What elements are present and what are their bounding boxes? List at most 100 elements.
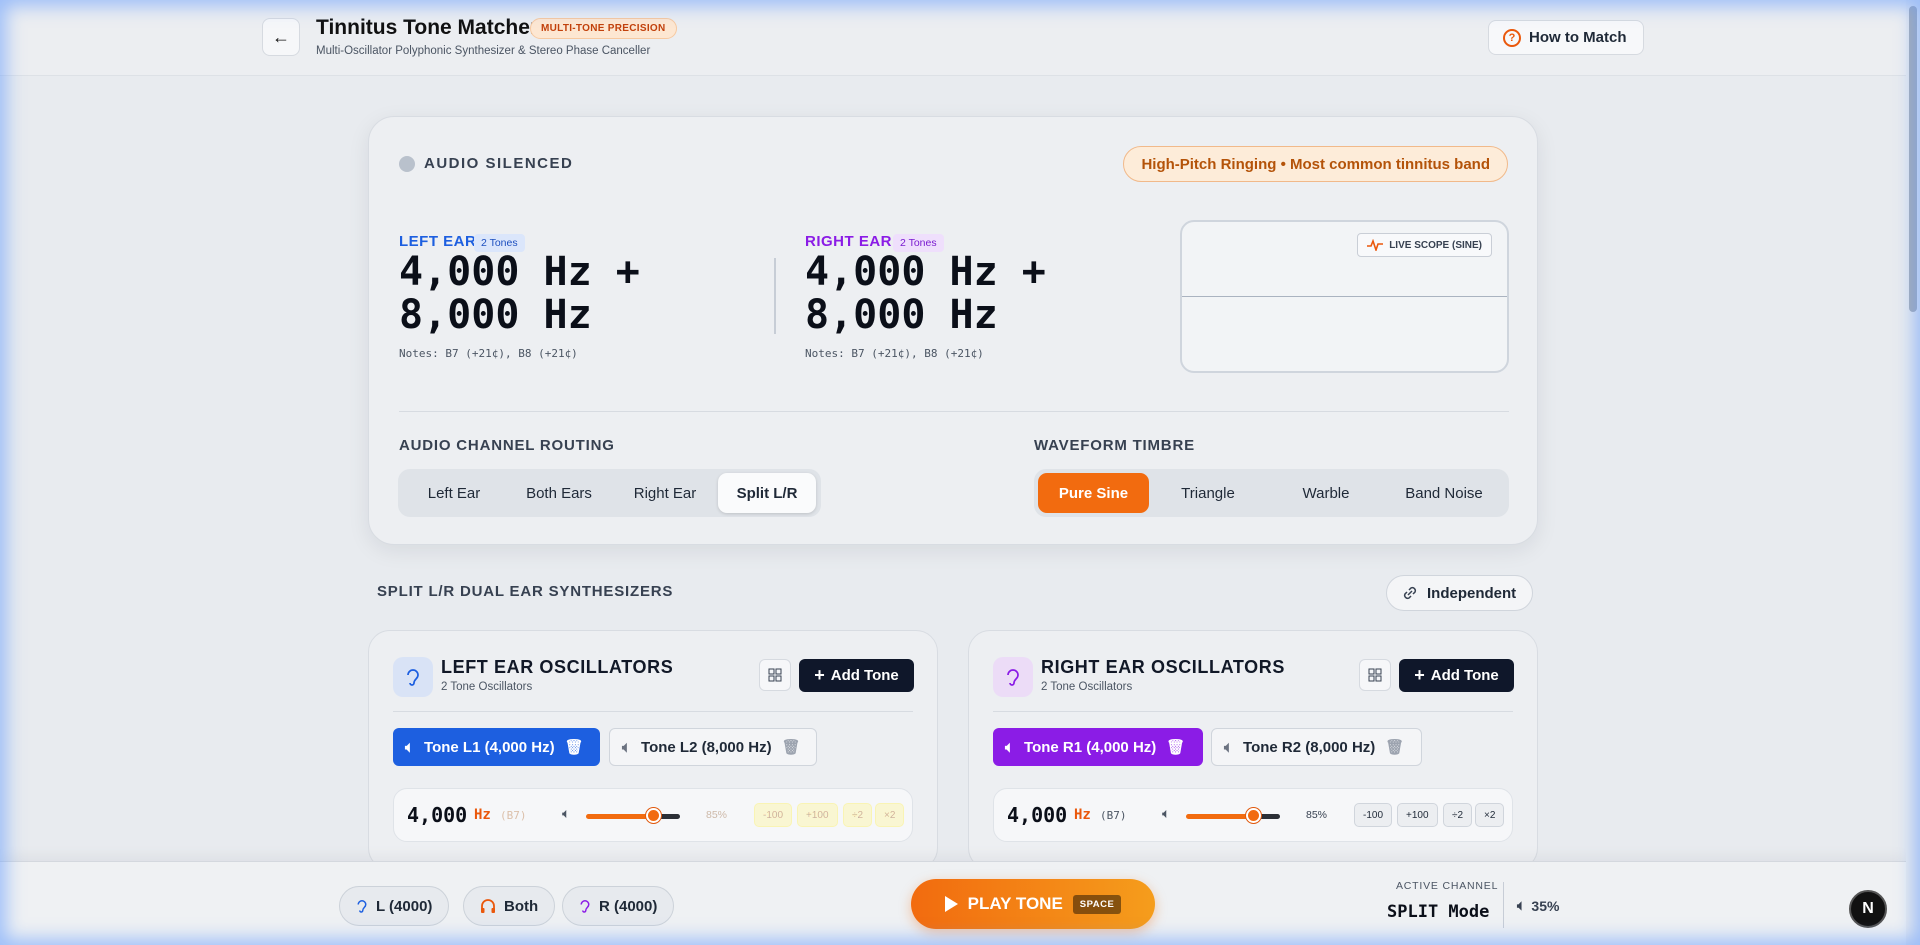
page-title: Tinnitus Tone Matcher: [316, 16, 539, 39]
avatar[interactable]: N: [1849, 890, 1887, 928]
left-tone-volume-slider[interactable]: [586, 814, 680, 819]
right-tone-unit: Hz: [1074, 807, 1091, 823]
timbre-triangle[interactable]: Triangle: [1149, 473, 1267, 513]
trash-icon[interactable]: 🗑︎: [1166, 738, 1185, 756]
how-to-match-label: How to Match: [1529, 29, 1627, 46]
tone-tab-l1[interactable]: 🔈︎ Tone L1 (4,000 Hz) 🗑︎: [393, 728, 600, 766]
right-add-tone-button[interactable]: + Add Tone: [1399, 659, 1514, 692]
left-ear-label: LEFT EAR: [399, 233, 477, 250]
left-ear-chip-label: L (4000): [376, 897, 433, 915]
play-icon: [944, 896, 958, 912]
right-ear-chip[interactable]: R (4000): [562, 886, 675, 926]
right-osc-title: RIGHT EAR OSCILLATORS: [1041, 657, 1285, 677]
left-double-button[interactable]: ×2: [875, 803, 905, 827]
play-tone-label: PLAY TONE: [967, 894, 1063, 913]
master-volume[interactable]: 🔈︎ 35%: [1517, 897, 1559, 914]
routing-right-ear[interactable]: Right Ear: [612, 473, 718, 513]
right-tone-frequency[interactable]: 4,000: [1007, 803, 1067, 827]
left-tone-unit: Hz: [474, 807, 491, 823]
left-volume-knob[interactable]: [646, 808, 662, 823]
left-halve-button[interactable]: ÷2: [843, 803, 873, 827]
right-volume-knob[interactable]: [1246, 808, 1262, 823]
right-ear-frequency: 4,000 Hz + 8,000 Hz: [805, 249, 1046, 338]
left-osc-subtitle: 2 Tone Oscillators: [441, 681, 533, 693]
right-minus-100-button[interactable]: -100: [1354, 803, 1393, 827]
right-grid-view-button[interactable]: [1359, 659, 1391, 691]
bar-divider: [1503, 882, 1504, 928]
timbre-label: WAVEFORM TIMBRE: [1034, 437, 1195, 454]
active-channel-mode: SPLIT Mode: [1387, 902, 1490, 922]
timbre-selector: Pure Sine Triangle Warble Band Noise: [1034, 469, 1509, 517]
independent-label: Independent: [1427, 584, 1517, 602]
tone-tab-r2-label: Tone R2 (8,000 Hz): [1243, 738, 1376, 756]
left-tone-frequency[interactable]: 4,000: [407, 803, 467, 827]
page-scrollbar[interactable]: [1906, 0, 1920, 945]
left-grid-view-button[interactable]: [759, 659, 791, 691]
right-osc-subtitle: 2 Tone Oscillators: [1041, 681, 1133, 693]
right-plus-100-button[interactable]: +100: [1397, 803, 1438, 827]
trash-icon[interactable]: 🗑︎: [1385, 738, 1404, 756]
left-oscillator-panel: LEFT EAR OSCILLATORS 2 Tone Oscillators …: [368, 630, 938, 870]
routing-selector: Left Ear Both Ears Right Ear Split L/R: [398, 469, 821, 517]
link-icon: [1403, 586, 1417, 600]
card-divider: [399, 411, 1509, 412]
routing-label: AUDIO CHANNEL ROUTING: [399, 437, 615, 454]
timbre-band-noise[interactable]: Band Noise: [1385, 473, 1503, 513]
right-oscillator-panel: RIGHT EAR OSCILLATORS 2 Tone Oscillators…: [968, 630, 1538, 870]
right-ear-chip-label: R (4000): [599, 897, 658, 915]
both-ears-chip[interactable]: Both: [463, 886, 556, 926]
right-ear-icon: [993, 657, 1033, 697]
independent-toggle[interactable]: Independent: [1386, 575, 1534, 611]
tone-summary-card: AUDIO SILENCED High-Pitch Ringing • Most…: [368, 116, 1538, 545]
left-add-tone-button[interactable]: + Add Tone: [799, 659, 914, 692]
speaker-icon: 🔈︎: [1005, 738, 1015, 756]
speaker-icon: 🔈︎: [1224, 738, 1234, 756]
status-indicator: [399, 156, 415, 172]
right-add-tone-label: Add Tone: [1430, 667, 1499, 684]
precision-badge: MULTI-TONE PRECISION: [530, 18, 677, 39]
trash-icon[interactable]: 🗑︎: [782, 738, 801, 756]
routing-split[interactable]: Split L/R: [718, 473, 816, 513]
volume-icon: 🔈︎: [1517, 897, 1526, 913]
grid-icon: [768, 668, 782, 682]
timbre-warble[interactable]: Warble: [1267, 473, 1385, 513]
left-ear-chip[interactable]: L (4000): [339, 886, 450, 926]
timbre-pure-sine[interactable]: Pure Sine: [1038, 473, 1149, 513]
right-tone-row: 4,000 Hz (B7) 🔈︎ 85% -100 +100 ÷2 ×2: [993, 788, 1513, 842]
tone-tab-r1-label: Tone R1 (4,000 Hz): [1024, 738, 1157, 756]
pulse-icon: [1367, 239, 1384, 251]
right-tone-volume-slider[interactable]: [1186, 814, 1280, 819]
tone-tab-r2[interactable]: 🔈︎ Tone R2 (8,000 Hz) 🗑︎: [1211, 728, 1422, 766]
routing-both-ears[interactable]: Both Ears: [506, 473, 612, 513]
page-subtitle: Multi-Oscillator Polyphonic Synthesizer …: [316, 45, 651, 57]
tone-tab-l2[interactable]: 🔈︎ Tone L2 (8,000 Hz) 🗑︎: [609, 728, 817, 766]
ear-divider: [774, 258, 776, 334]
left-minus-100-button[interactable]: -100: [754, 803, 793, 827]
play-tone-button[interactable]: PLAY TONE SPACE: [911, 879, 1155, 929]
tone-tab-l2-label: Tone L2 (8,000 Hz): [641, 738, 772, 756]
right-ear-icon: [580, 900, 590, 913]
routing-left-ear[interactable]: Left Ear: [402, 473, 506, 513]
left-tone-volume-pct: 85%: [706, 809, 728, 821]
scrollbar-thumb[interactable]: [1909, 6, 1917, 312]
right-double-button[interactable]: ×2: [1475, 803, 1505, 827]
tone-tab-r1[interactable]: 🔈︎ Tone R1 (4,000 Hz) 🗑︎: [993, 728, 1203, 766]
trash-icon[interactable]: 🗑︎: [565, 738, 584, 756]
scope-baseline: [1182, 296, 1507, 297]
back-button[interactable]: ←: [262, 18, 300, 56]
how-to-match-button[interactable]: ? How to Match: [1488, 20, 1644, 55]
left-tone-row: 4,000 Hz (B7) 🔈︎ 85% -100 +100 ÷2 ×2: [393, 788, 913, 842]
playback-bar: L (4000) Both R (4000) PLAY TONE SPACE A…: [0, 861, 1906, 945]
app-header: ← Tinnitus Tone Matcher MULTI-TONE PRECI…: [0, 0, 1906, 76]
headphones-icon: [481, 899, 495, 913]
master-volume-value: 35%: [1531, 897, 1560, 914]
left-plus-100-button[interactable]: +100: [797, 803, 838, 827]
tone-tab-l1-label: Tone L1 (4,000 Hz): [424, 738, 555, 756]
right-halve-button[interactable]: ÷2: [1443, 803, 1473, 827]
right-ear-label: RIGHT EAR: [805, 233, 892, 250]
left-add-tone-label: Add Tone: [830, 667, 899, 684]
volume-icon: 🔈︎: [562, 805, 571, 821]
help-circle-icon: ?: [1503, 28, 1521, 47]
frequency-band-badge: High-Pitch Ringing • Most common tinnitu…: [1123, 146, 1508, 182]
speaker-icon: 🔈︎: [622, 738, 632, 756]
